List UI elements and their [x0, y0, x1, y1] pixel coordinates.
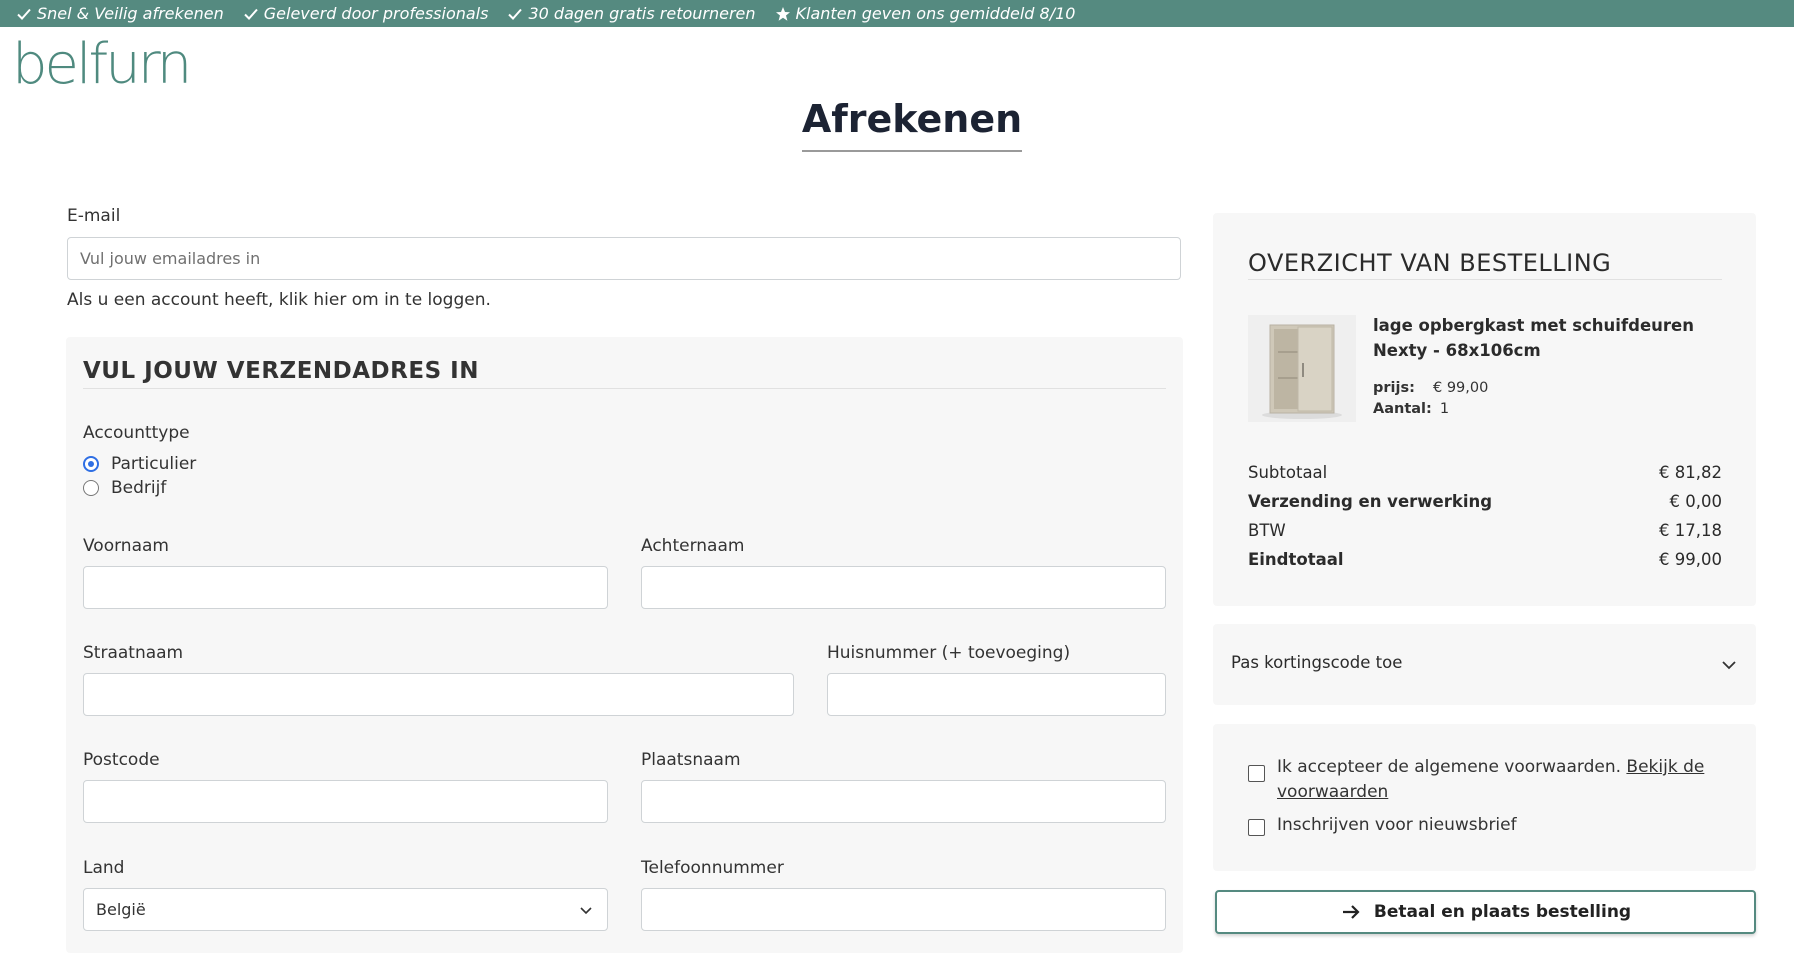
- radio-label: Particulier: [111, 454, 197, 474]
- phone-field[interactable]: [641, 888, 1166, 931]
- product-image: [1248, 315, 1356, 422]
- first-name-field[interactable]: [83, 566, 608, 609]
- qty-label: Aantal:: [1373, 401, 1432, 417]
- qty-value: 1: [1439, 401, 1450, 417]
- usp-text: Geleverd door professionals: [263, 4, 489, 23]
- city-label: Plaatsnaam: [641, 750, 741, 770]
- check-icon: [244, 8, 258, 20]
- total-label: BTW: [1248, 521, 1286, 540]
- total-label: Eindtotaal: [1248, 550, 1344, 569]
- accept-terms-label: Ik accepteer de algemene voorwaarden.: [1277, 757, 1622, 777]
- check-icon: [17, 8, 31, 20]
- usp-text: 30 dagen gratis retourneren: [528, 4, 756, 23]
- grand-total-row: Eindtotaal € 99,00: [1248, 550, 1722, 569]
- postcode-field[interactable]: [83, 780, 608, 823]
- newsletter-label: Inschrijven voor nieuwsbrief: [1277, 815, 1517, 835]
- star-icon: [775, 6, 790, 21]
- usp-text: Klanten geven ons gemiddeld 8/10: [795, 4, 1076, 23]
- cabinet-illustration: [1248, 315, 1356, 422]
- last-name-field[interactable]: [641, 566, 1166, 609]
- coupon-label[interactable]: Pas kortingscode toe: [1231, 653, 1402, 672]
- radio-particulier[interactable]: Particulier: [83, 454, 196, 474]
- total-amount: € 81,82: [1659, 463, 1722, 482]
- total-amount: € 17,18: [1659, 521, 1722, 540]
- newsletter-checkbox[interactable]: [1248, 819, 1265, 836]
- city-field[interactable]: [641, 780, 1166, 823]
- product-name[interactable]: lage opbergkast met schuifdeuren Nexty -…: [1373, 313, 1733, 363]
- vat-row: BTW € 17,18: [1248, 521, 1722, 540]
- usp-item: Geleverd door professionals: [243, 4, 489, 23]
- arrow-right-icon: [1342, 905, 1360, 919]
- last-name-label: Achternaam: [641, 536, 745, 556]
- radio-button[interactable]: [83, 456, 99, 472]
- postcode-label: Postcode: [83, 750, 160, 770]
- divider: [83, 388, 1166, 389]
- shipping-cost-row: Verzending en verwerking € 0,00: [1248, 492, 1722, 511]
- accept-terms-text: Ik accepteer de algemene voorwaarden. Be…: [1277, 755, 1717, 805]
- phone-label: Telefoonnummer: [641, 858, 784, 878]
- account-type-label: Accounttype: [83, 423, 190, 443]
- street-label: Straatnaam: [83, 643, 184, 663]
- total-label: Verzending en verwerking: [1248, 492, 1493, 511]
- order-summary-title: OVERZICHT VAN BESTELLING: [1248, 249, 1612, 277]
- radio-bedrijf[interactable]: Bedrijf: [83, 478, 166, 498]
- usp-item: 30 dagen gratis retourneren: [507, 4, 756, 23]
- country-label: Land: [83, 858, 125, 878]
- shipping-section-title: VUL JOUW VERZENDADRES IN: [83, 358, 479, 384]
- email-field[interactable]: Vul jouw emailadres in: [67, 237, 1181, 280]
- brand-logo[interactable]: belfurn: [12, 34, 192, 96]
- page-title-wrap: Afrekenen: [0, 96, 1794, 152]
- subtotal-row: Subtotaal € 81,82: [1248, 463, 1722, 482]
- country-value: België: [96, 900, 146, 919]
- first-name-label: Voornaam: [83, 536, 169, 556]
- usp-bar: Snel & Veilig afrekenen Geleverd door pr…: [0, 0, 1794, 27]
- accept-terms-checkbox[interactable]: [1248, 765, 1265, 782]
- login-link[interactable]: Als u een account heeft, klik hier om in…: [67, 290, 491, 310]
- house-number-field[interactable]: [827, 673, 1166, 716]
- total-amount: € 0,00: [1669, 492, 1722, 511]
- usp-text: Snel & Veilig afrekenen: [37, 4, 224, 23]
- total-label: Subtotaal: [1248, 463, 1328, 482]
- email-label: E-mail: [67, 206, 121, 226]
- price-value: € 99,00: [1433, 380, 1489, 396]
- product-price-row: prijs: € 99,00: [1373, 380, 1488, 396]
- check-icon: [508, 8, 523, 20]
- usp-item: Klanten geven ons gemiddeld 8/10: [775, 4, 1076, 23]
- country-select[interactable]: België: [83, 888, 608, 931]
- total-amount: € 99,00: [1659, 550, 1722, 569]
- page-title: Afrekenen: [801, 96, 1023, 152]
- chevron-down-icon[interactable]: [1720, 656, 1738, 674]
- price-label: prijs:: [1373, 380, 1415, 396]
- radio-label: Bedrijf: [111, 478, 167, 498]
- radio-button[interactable]: [83, 480, 99, 496]
- place-order-label: Betaal en plaats bestelling: [1373, 902, 1632, 922]
- divider: [1248, 279, 1722, 280]
- product-qty-row: Aantal: 1: [1373, 401, 1449, 417]
- house-number-label: Huisnummer (+ toevoeging): [827, 643, 1071, 663]
- place-order-button[interactable]: Betaal en plaats bestelling: [1215, 890, 1756, 934]
- chevron-down-icon: [580, 906, 592, 914]
- usp-item: Snel & Veilig afrekenen: [16, 4, 224, 23]
- street-field[interactable]: [83, 673, 794, 716]
